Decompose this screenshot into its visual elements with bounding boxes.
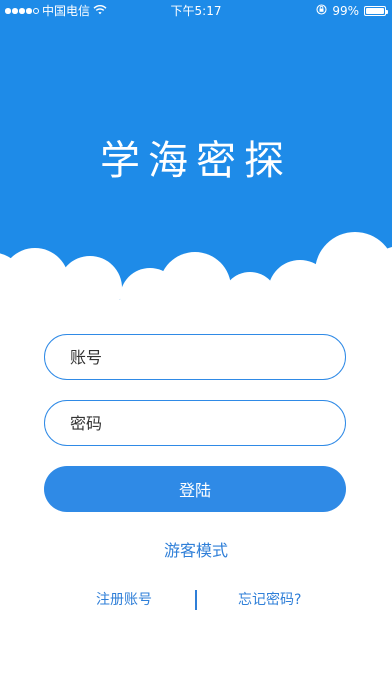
register-link[interactable]: 注册账号 [96, 590, 152, 610]
battery-icon [364, 6, 388, 16]
rotation-lock-icon [316, 0, 327, 22]
password-input[interactable] [70, 401, 330, 445]
status-right: 99% [316, 0, 388, 22]
status-bar: 中国电信 下午5:17 99% [0, 0, 392, 22]
battery-percent: 99% [332, 4, 359, 18]
app-title: 学海密探 [100, 138, 292, 184]
account-field[interactable] [44, 334, 346, 380]
password-field[interactable] [44, 400, 346, 446]
account-input[interactable] [70, 335, 330, 379]
guest-mode-link[interactable]: 游客模式 [0, 537, 392, 561]
bottom-links: 注册账号 忘记密码? [0, 590, 392, 612]
forgot-password-link[interactable]: 忘记密码? [238, 590, 301, 610]
link-divider [195, 590, 197, 610]
battery-fill [366, 8, 384, 14]
cloud-divider [0, 232, 392, 350]
login-button[interactable]: 登陆 [44, 466, 346, 512]
